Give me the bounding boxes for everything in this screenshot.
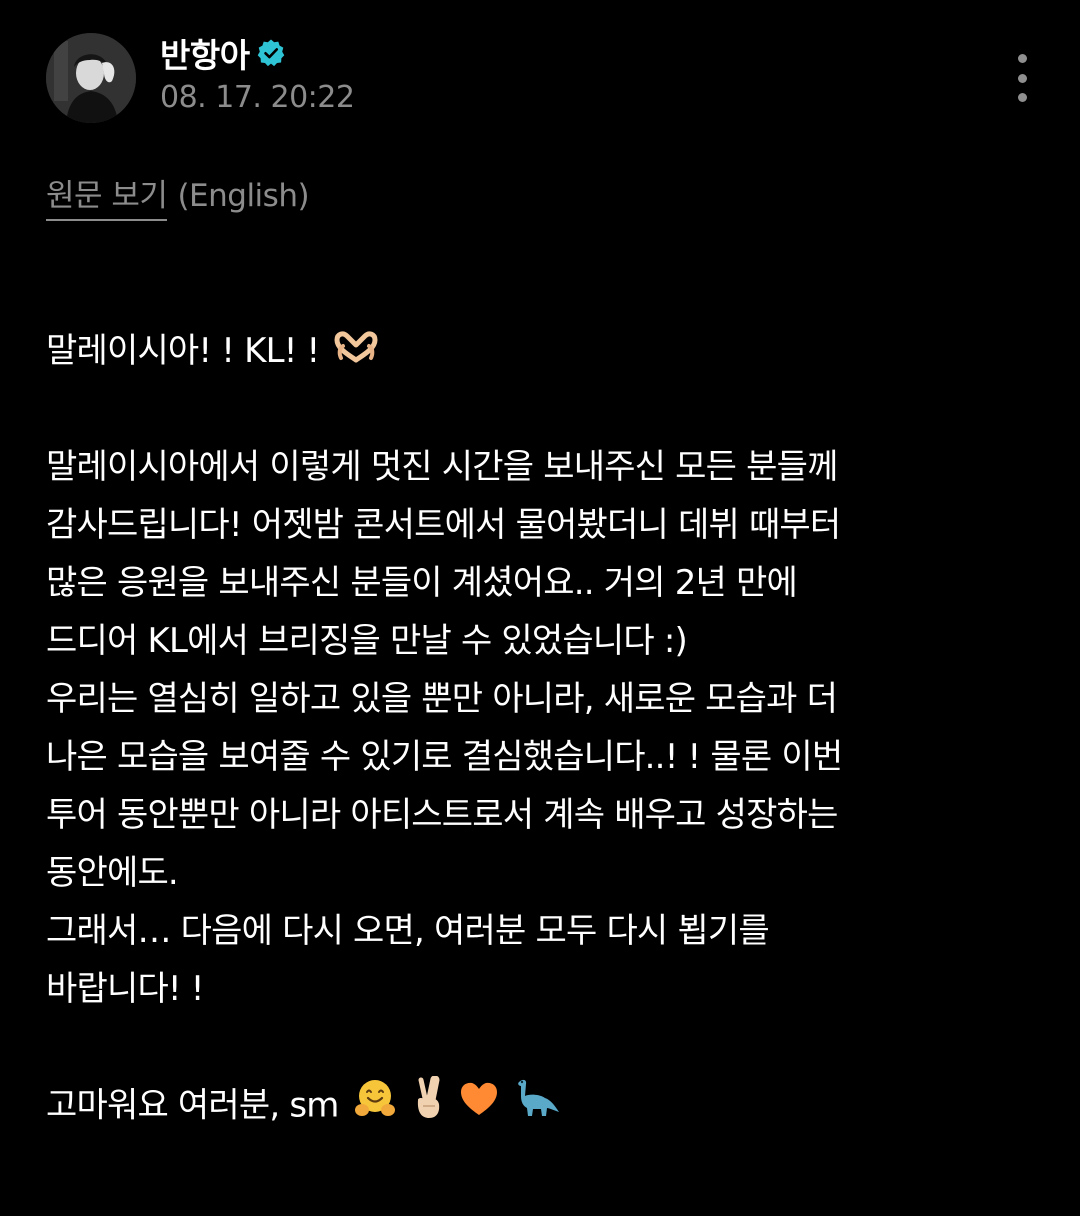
avatar[interactable] (46, 33, 136, 123)
post-line: 우리는 열심히 일하고 있을 뿐만 아니라, 새로운 모습과 더 (46, 679, 838, 719)
victory-hand-emoji-icon (411, 1075, 445, 1138)
post-closing: 고마워요 여러분, sm (46, 1075, 1046, 1136)
heading-text: 말레이시아! ! KL! ! (46, 331, 320, 371)
post-line: 그래서… 다음에 다시 오면, 여러분 모두 다시 뵙기를 (46, 911, 770, 951)
post-line: 감사드립니다! 어젯밤 콘서트에서 물어봤더니 데뷔 때부터 (46, 505, 841, 545)
hugging-face-emoji-icon (353, 1076, 397, 1138)
more-options-button[interactable] (1002, 54, 1042, 102)
post-line: 나은 모습을 보여줄 수 있기로 결심했습니다..! ! 물론 이번 (46, 737, 843, 777)
post-body: 말레이시아! ! KL! ! 말레이시아에서 이렇게 멋진 시간을 보내주신 모… (46, 322, 1046, 1134)
post-header: 반항아 08. 17. 20:22 (0, 0, 1080, 140)
avatar-photo-icon (46, 33, 136, 123)
post-line: 동안에도. (46, 853, 179, 893)
source-language-label: (English) (177, 178, 310, 214)
post-heading: 말레이시아! ! KL! ! (46, 322, 1046, 380)
post-timestamp: 08. 17. 20:22 (160, 80, 355, 115)
post-line: 많은 응원을 보내주신 분들이 계셨어요.. 거의 2년 만에 (46, 563, 798, 603)
vertical-ellipsis-icon (1017, 54, 1027, 63)
view-original-link[interactable]: 원문 보기 (46, 170, 168, 221)
verified-badge-icon (256, 38, 286, 68)
orange-heart-emoji-icon (459, 1078, 499, 1136)
author-row: 반항아 (160, 30, 286, 76)
closing-text: 고마워요 여러분, sm (46, 1085, 339, 1126)
post-line: 드디어 KL에서 브리징을 만날 수 있었습니다 :) (46, 621, 688, 661)
post-line: 투어 동안뿐만 아니라 아티스트로서 계속 배우고 성장하는 (46, 795, 838, 835)
author-name[interactable]: 반항아 (160, 29, 250, 77)
sauropod-emoji-icon (513, 1076, 561, 1138)
heart-hands-emoji-icon (333, 324, 379, 382)
post-line: 말레이시아에서 이렇게 멋진 시간을 보내주신 모든 분들께 (46, 447, 838, 487)
post-line: 바랍니다! ! (46, 969, 204, 1009)
translation-notice: 원문 보기 (English) (46, 170, 310, 221)
